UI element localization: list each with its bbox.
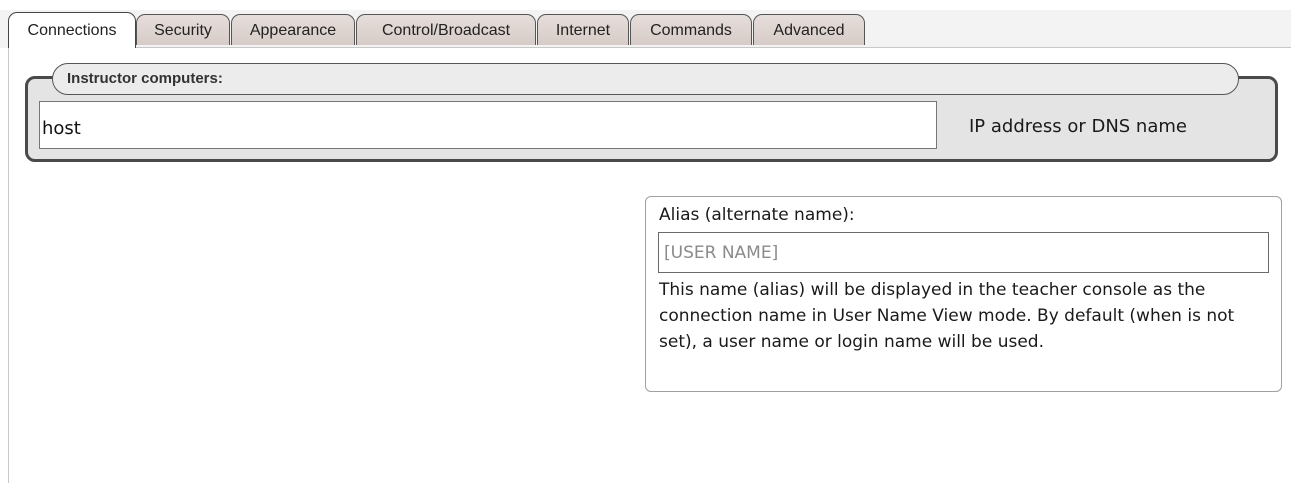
tab-strip-divider [8,47,1291,48]
instructor-computers-header: Instructor computers: [52,63,1239,95]
ip-address-hint: IP address or DNS name [969,116,1187,137]
tab-advanced[interactable]: Advanced [753,14,865,45]
alias-input[interactable] [658,232,1269,273]
tab-connections[interactable]: Connections [8,12,136,48]
tab-security[interactable]: Security [136,14,230,45]
alias-title: Alias (alternate name): [659,205,855,225]
instructor-computers-label: Instructor computers: [67,70,223,87]
tab-commands[interactable]: Commands [630,14,752,45]
tab-control-broadcast[interactable]: Control/Broadcast [356,14,536,45]
tab-appearance[interactable]: Appearance [231,14,355,45]
panel-left-border [8,47,9,483]
alias-panel: Alias (alternate name): This name (alias… [645,196,1282,392]
alias-description: This name (alias) will be displayed in t… [659,280,1235,352]
instructor-host-input[interactable] [39,101,937,149]
tab-internet[interactable]: Internet [537,14,629,45]
